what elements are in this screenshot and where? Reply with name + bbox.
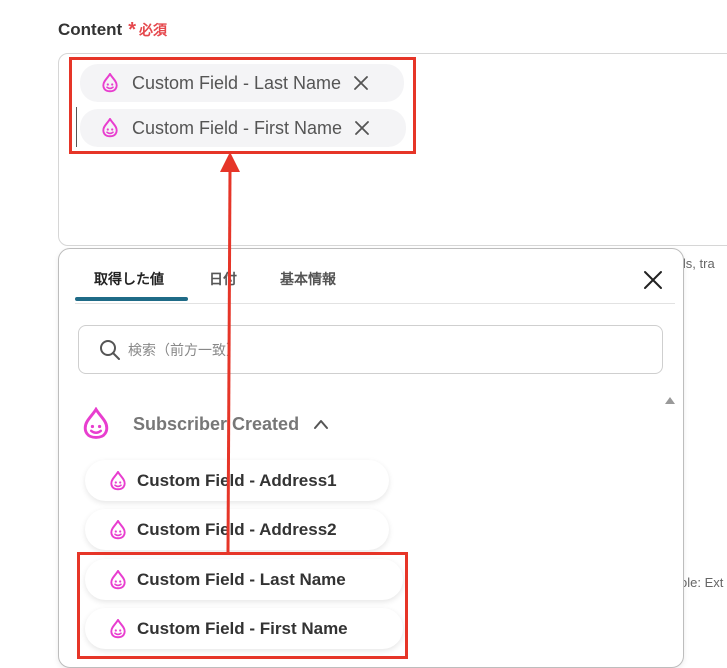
chevron-up-icon[interactable] [313, 418, 329, 430]
required-marker: * 必須 [128, 20, 167, 40]
list-item-label: Custom Field - Address2 [137, 519, 337, 539]
list-item[interactable]: Custom Field - Last Name [85, 559, 403, 600]
chip-label: Custom Field - Last Name [132, 72, 342, 93]
list-item[interactable]: Custom Field - First Name [85, 608, 403, 649]
search-icon [100, 339, 120, 360]
list-item-label: Custom Field - Address1 [137, 470, 337, 490]
active-tab-indicator [75, 297, 188, 301]
required-text: 必須 [139, 22, 168, 38]
list-item[interactable]: Custom Field - Address1 [85, 460, 389, 501]
background-hint-text: ole: Ext [680, 575, 724, 590]
text-cursor [76, 107, 77, 147]
convertkit-drop-icon [109, 569, 127, 590]
field-label-text: Content [58, 20, 123, 39]
list-item-label: Custom Field - Last Name [137, 569, 346, 589]
scroll-up-arrow[interactable] [665, 397, 675, 404]
convertkit-drop-icon [83, 407, 109, 439]
convertkit-drop-icon [100, 117, 120, 139]
content-chip-last-name[interactable]: Custom Field - Last Name [80, 64, 404, 102]
convertkit-drop-icon [109, 519, 127, 540]
section-subscriber-created[interactable]: Subscriber Created [83, 407, 329, 441]
tab-acquired-values[interactable]: 取得した値 [94, 269, 164, 289]
content-field-label: Content * 必須 [58, 20, 167, 40]
chip-label: Custom Field - First Name [132, 117, 343, 138]
required-star: * [128, 19, 137, 41]
search-box[interactable] [78, 325, 663, 374]
convertkit-drop-icon [100, 72, 120, 94]
background-hint-text: ils, tra [680, 256, 715, 271]
close-icon[interactable] [642, 269, 664, 291]
section-title: Subscriber Created [133, 413, 300, 434]
value-picker-panel: 取得した値 日付 基本情報 Subscriber Created Custom … [58, 248, 684, 668]
search-input[interactable] [126, 340, 630, 359]
content-chip-first-name[interactable]: Custom Field - First Name [80, 109, 406, 147]
list-item[interactable]: Custom Field - Address2 [85, 509, 389, 550]
close-icon[interactable] [351, 73, 371, 93]
convertkit-drop-icon [109, 470, 127, 491]
list-item-label: Custom Field - First Name [137, 618, 348, 638]
convertkit-drop-icon [109, 618, 127, 639]
tab-divider [75, 303, 675, 304]
tab-date[interactable]: 日付 [209, 269, 237, 289]
tab-basic-info[interactable]: 基本情報 [280, 269, 336, 289]
close-icon[interactable] [352, 118, 372, 138]
